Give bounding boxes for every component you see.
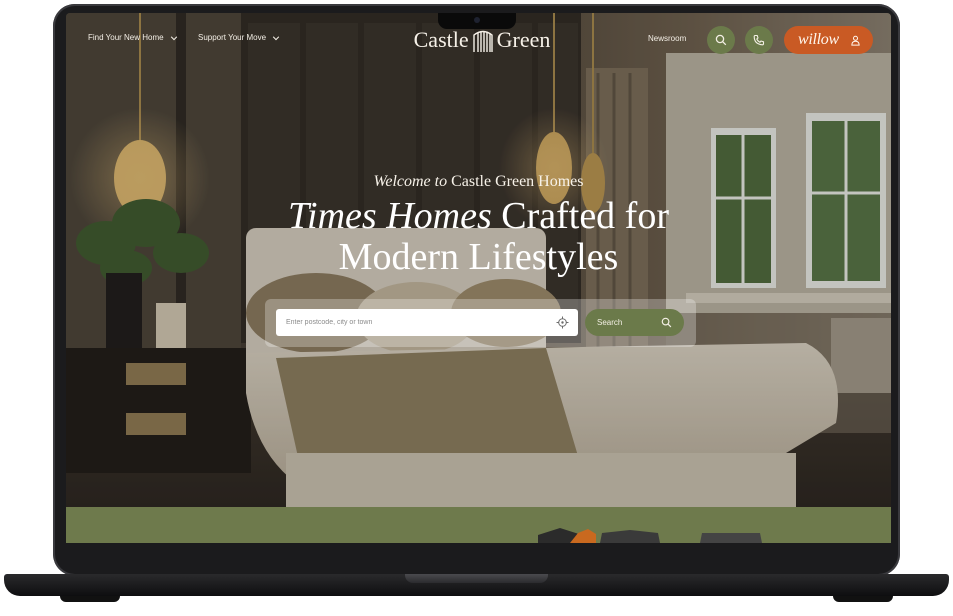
nav-find-your-new-home[interactable]: Find Your New Home [88, 33, 178, 42]
nav-support-your-move[interactable]: Support Your Move [198, 33, 280, 42]
willow-account-button[interactable]: willow [784, 26, 873, 54]
chevron-down-icon [170, 35, 177, 40]
browser-viewport: Find Your New Home Support Your Move Cas… [66, 13, 891, 543]
user-icon [851, 35, 860, 46]
hero-welcome-text: Welcome to Castle Green Homes [66, 173, 891, 191]
welcome-brand: Castle Green Homes [451, 173, 584, 190]
headline-italic: Times Homes [288, 195, 492, 237]
phone-icon [753, 34, 765, 46]
headline-crafted: Crafted for [501, 195, 669, 237]
laptop-hinge [405, 574, 548, 583]
headline-line-2: Modern Lifestyles [338, 236, 619, 278]
laptop-foot [60, 596, 120, 602]
search-icon [715, 34, 727, 46]
site-logo[interactable]: Castle Green [402, 25, 562, 55]
laptop-foot [833, 596, 893, 602]
nav-support-move-label: Support Your Move [198, 33, 267, 42]
logo-text-green: Green [496, 27, 551, 52]
header-phone-button[interactable] [745, 26, 773, 54]
welcome-italic: Welcome to [373, 173, 448, 190]
logo-text-castle: Castle [413, 27, 469, 52]
postcode-search-input[interactable] [276, 309, 578, 336]
willow-label: willow [798, 31, 839, 48]
house-illustration-icon [538, 528, 762, 543]
castle-gate-logo-icon [472, 30, 493, 52]
nav-newsroom[interactable]: Newsroom [648, 34, 686, 43]
search-icon [661, 317, 672, 328]
camera-notch [438, 13, 516, 29]
header-search-button[interactable] [707, 26, 735, 54]
search-submit-button[interactable]: Search [585, 309, 684, 336]
crosshair-icon[interactable] [556, 316, 569, 329]
chevron-down-icon [272, 35, 280, 40]
hero-headline: Times Homes Crafted for Modern Lifestyle… [66, 196, 891, 278]
search-button-label: Search [597, 318, 623, 327]
home-search-panel: Search [265, 299, 696, 347]
camera-icon [474, 17, 480, 23]
nav-find-home-label: Find Your New Home [88, 33, 164, 42]
headline-line-1: Times Homes Crafted for [66, 196, 891, 237]
